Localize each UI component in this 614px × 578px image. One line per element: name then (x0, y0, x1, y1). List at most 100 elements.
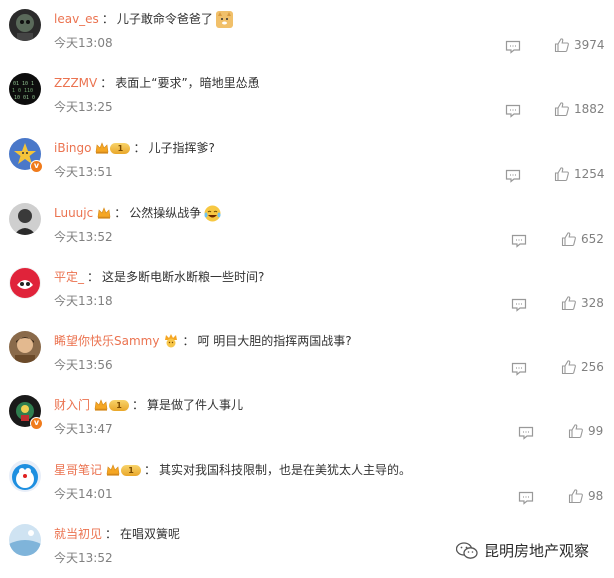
comment-item: v iBingo 1：儿子指挥爹? 今天13:51 1254 (0, 134, 614, 198)
avatar[interactable] (9, 331, 41, 363)
thumbs-up-icon (554, 38, 569, 53)
comment-line: 就当初见：在唱双簧呢 (54, 525, 180, 543)
svg-text:01 10 1: 01 10 1 (13, 81, 34, 87)
reply-icon[interactable] (518, 490, 534, 505)
separator: ： (114, 206, 127, 220)
thumbs-up-icon (568, 424, 583, 439)
comment-text: 呵 明目大胆的指挥两国战事? (197, 334, 352, 348)
doge-emoji-icon (215, 10, 233, 28)
thumbs-up-icon (561, 296, 576, 311)
username-link[interactable]: Luuujc (54, 204, 93, 222)
comment-item: 01 10 11 0 110 10 01 0 ZZZMV：表面上“要求”，暗地里怂恿… (0, 69, 614, 133)
avatar[interactable] (9, 460, 41, 492)
username-link[interactable]: 就当初见 (54, 525, 102, 543)
comment-time: 今天13:52 (54, 230, 113, 244)
laugh-cry-emoji-icon (204, 205, 221, 222)
member-badge[interactable]: 1 (95, 142, 131, 154)
thumbs-up-icon (554, 167, 569, 182)
like-count: 652 (581, 232, 604, 246)
member-badge[interactable] (163, 334, 179, 348)
reply-icon[interactable] (518, 425, 534, 440)
comment-time: 今天13:25 (54, 100, 113, 114)
reply-icon[interactable] (511, 233, 527, 248)
separator: ： (101, 12, 114, 26)
comment-text: 算是做了件人事儿 (147, 398, 244, 412)
like-button[interactable]: 652 (561, 231, 604, 247)
separator: ： (132, 398, 145, 412)
avatar[interactable] (9, 9, 41, 41)
svg-text:10 01 0: 10 01 0 (14, 95, 35, 101)
reply-icon[interactable] (511, 297, 527, 312)
comment-text: 儿子指挥爹? (148, 141, 215, 155)
comment-text: 表面上“要求”，暗地里怂恿 (115, 76, 260, 90)
comment-text: 在唱双簧呢 (120, 527, 181, 541)
member-badge[interactable] (97, 207, 111, 219)
comment-item: 平定_：这是多断电断水断粮一些时间? 今天13:18 328 (0, 263, 614, 327)
separator: ： (105, 527, 118, 541)
thumbs-up-icon (561, 232, 576, 247)
member-badge[interactable]: 1 (94, 399, 130, 411)
svg-text:1 0 110: 1 0 110 (12, 88, 33, 94)
verified-icon: v (30, 417, 43, 430)
comment-time: 今天13:47 (54, 422, 113, 436)
like-button[interactable]: 3974 (554, 37, 605, 53)
separator: ： (133, 141, 146, 155)
avatar[interactable] (9, 267, 41, 299)
thumbs-up-icon (554, 102, 569, 117)
like-button[interactable]: 328 (561, 295, 604, 311)
crown-face-icon (165, 334, 178, 348)
reply-icon[interactable] (511, 361, 527, 376)
comment-line: 睎望你快乐Sammy ：呵 明目大胆的指挥两国战事? (54, 332, 352, 350)
comment-item: leav_es：儿子敢命令爸爸了 今天13:08 3974 (0, 5, 614, 69)
comment-item: Luuujc ：公然操纵战争今天13:52 652 (0, 199, 614, 263)
like-button[interactable]: 99 (568, 423, 603, 439)
comment-text: 儿子敢命令爸爸了 (116, 12, 213, 26)
comment-time: 今天14:01 (54, 487, 113, 501)
username-link[interactable]: 星哥笔记 (54, 461, 102, 479)
member-badge[interactable]: 1 (106, 464, 142, 476)
verified-icon: v (30, 160, 43, 173)
watermark-text: 昆明房地产观察 (484, 542, 590, 560)
username-link[interactable]: 睎望你快乐Sammy (54, 332, 159, 350)
avatar[interactable]: 01 10 11 0 110 10 01 0 (9, 73, 41, 105)
username-link[interactable]: ZZZMV (54, 74, 97, 92)
reply-icon[interactable] (505, 168, 521, 183)
comment-time: 今天13:52 (54, 551, 113, 565)
like-button[interactable]: 1882 (554, 101, 605, 117)
reply-icon[interactable] (505, 103, 521, 118)
wechat-icon (456, 541, 478, 559)
avatar[interactable] (9, 203, 41, 235)
like-count: 328 (581, 296, 604, 310)
comment-line: 星哥笔记 1：其实对我国科技限制，也是在美犹太人主导的。 (54, 461, 411, 479)
thumbs-up-icon (561, 360, 576, 375)
like-button[interactable]: 256 (561, 359, 604, 375)
like-count: 1882 (574, 102, 605, 116)
thumbs-up-icon (568, 489, 583, 504)
comment-line: 财入门 1：算是做了件人事儿 (54, 396, 243, 414)
like-button[interactable]: 1254 (554, 166, 605, 182)
comment-time: 今天13:51 (54, 165, 113, 179)
comment-item: v 财入门 1：算是做了件人事儿今天13:47 99 (0, 391, 614, 455)
comment-time: 今天13:56 (54, 358, 113, 372)
username-link[interactable]: iBingo (54, 139, 91, 157)
like-count: 99 (588, 424, 604, 438)
comment-line: Luuujc ：公然操纵战争 (54, 204, 221, 222)
avatar[interactable] (9, 524, 41, 556)
comment-line: leav_es：儿子敢命令爸爸了 (54, 10, 233, 28)
watermark: 昆明房地产观察 (456, 540, 589, 561)
crown-icon (94, 399, 108, 411)
comment-line: ZZZMV：表面上“要求”，暗地里怂恿 (54, 74, 260, 92)
username-link[interactable]: leav_es (54, 10, 99, 28)
crown-icon (97, 207, 111, 219)
like-count: 1254 (574, 167, 605, 181)
level-badge: 1 (109, 399, 130, 411)
comment-time: 今天13:18 (54, 294, 113, 308)
separator: ： (100, 76, 113, 90)
username-link[interactable]: 财入门 (54, 396, 90, 414)
comment-text: 公然操纵战争 (129, 206, 202, 220)
username-link[interactable]: 平定_ (54, 268, 84, 286)
comment-item: 睎望你快乐Sammy ：呵 明目大胆的指挥两国战事? 今天13:56 256 (0, 327, 614, 391)
crown-icon (106, 464, 120, 476)
like-button[interactable]: 98 (568, 488, 603, 504)
reply-icon[interactable] (505, 39, 521, 54)
